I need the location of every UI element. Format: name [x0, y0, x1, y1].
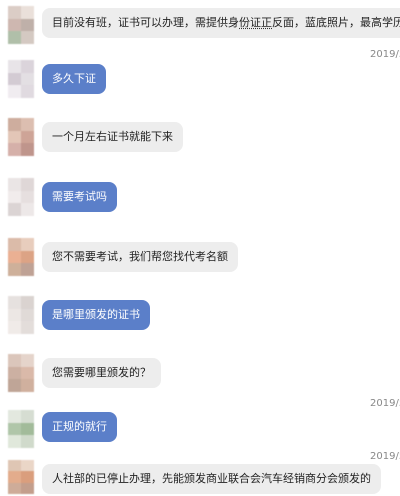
message-row: 是哪里颁发的证书	[0, 296, 400, 336]
message-text: 是哪里颁发的证书	[52, 308, 140, 321]
message-text: 人社部的已停止办理，先能颁发商业联合会汽车经销商分会颁发的	[52, 472, 371, 485]
incoming-message-bubble: 您需要哪里颁发的？	[42, 358, 161, 388]
message-text: 目前没有班，证书可以办理，需提供身	[52, 16, 239, 29]
timestamp: 2019/5	[370, 49, 400, 60]
message-row: 人社部的已停止办理，先能颁发商业联合会汽车经销商分会颁发的	[0, 460, 400, 496]
avatar[interactable]	[8, 118, 34, 156]
message-text: 多久下证	[52, 72, 96, 85]
message-text: 正规的就行	[52, 420, 107, 433]
avatar[interactable]	[8, 460, 34, 494]
message-text: 一个月左右证书就能下来	[52, 130, 173, 143]
message-row: 您需要哪里颁发的？	[0, 354, 400, 394]
message-text-underlined: 份证正	[239, 16, 272, 29]
message-text: 反面，蓝底照片，最高学历	[272, 16, 400, 29]
message-text: 您需要哪里颁发的？	[52, 366, 151, 379]
avatar[interactable]	[8, 60, 34, 98]
message-row: 一个月左右证书就能下来	[0, 118, 400, 158]
message-row: 正规的就行	[0, 410, 400, 450]
avatar[interactable]	[8, 178, 34, 216]
incoming-message-bubble: 您不需要考试，我们帮您找代考名额	[42, 242, 238, 272]
message-row: 需要考试吗	[0, 178, 400, 218]
message-row: 多久下证	[0, 60, 400, 100]
outgoing-message-bubble: 需要考试吗	[42, 182, 117, 212]
avatar[interactable]	[8, 410, 34, 448]
avatar[interactable]	[8, 354, 34, 392]
message-row: 您不需要考试，我们帮您找代考名额	[0, 238, 400, 278]
outgoing-message-bubble: 是哪里颁发的证书	[42, 300, 150, 330]
avatar[interactable]	[8, 296, 34, 334]
avatar[interactable]	[8, 6, 34, 44]
incoming-message-bubble: 目前没有班，证书可以办理，需提供身份证正反面，蓝底照片，最高学历	[42, 8, 400, 38]
outgoing-message-bubble: 多久下证	[42, 64, 106, 94]
message-text: 您不需要考试，我们帮您找代考名额	[52, 250, 228, 263]
avatar[interactable]	[8, 238, 34, 276]
timestamp: 2019/5	[370, 398, 400, 409]
message-row: 目前没有班，证书可以办理，需提供身份证正反面，蓝底照片，最高学历	[0, 0, 400, 46]
incoming-message-bubble: 人社部的已停止办理，先能颁发商业联合会汽车经销商分会颁发的	[42, 464, 381, 494]
message-text: 需要考试吗	[52, 190, 107, 203]
outgoing-message-bubble: 正规的就行	[42, 412, 117, 442]
incoming-message-bubble: 一个月左右证书就能下来	[42, 122, 183, 152]
